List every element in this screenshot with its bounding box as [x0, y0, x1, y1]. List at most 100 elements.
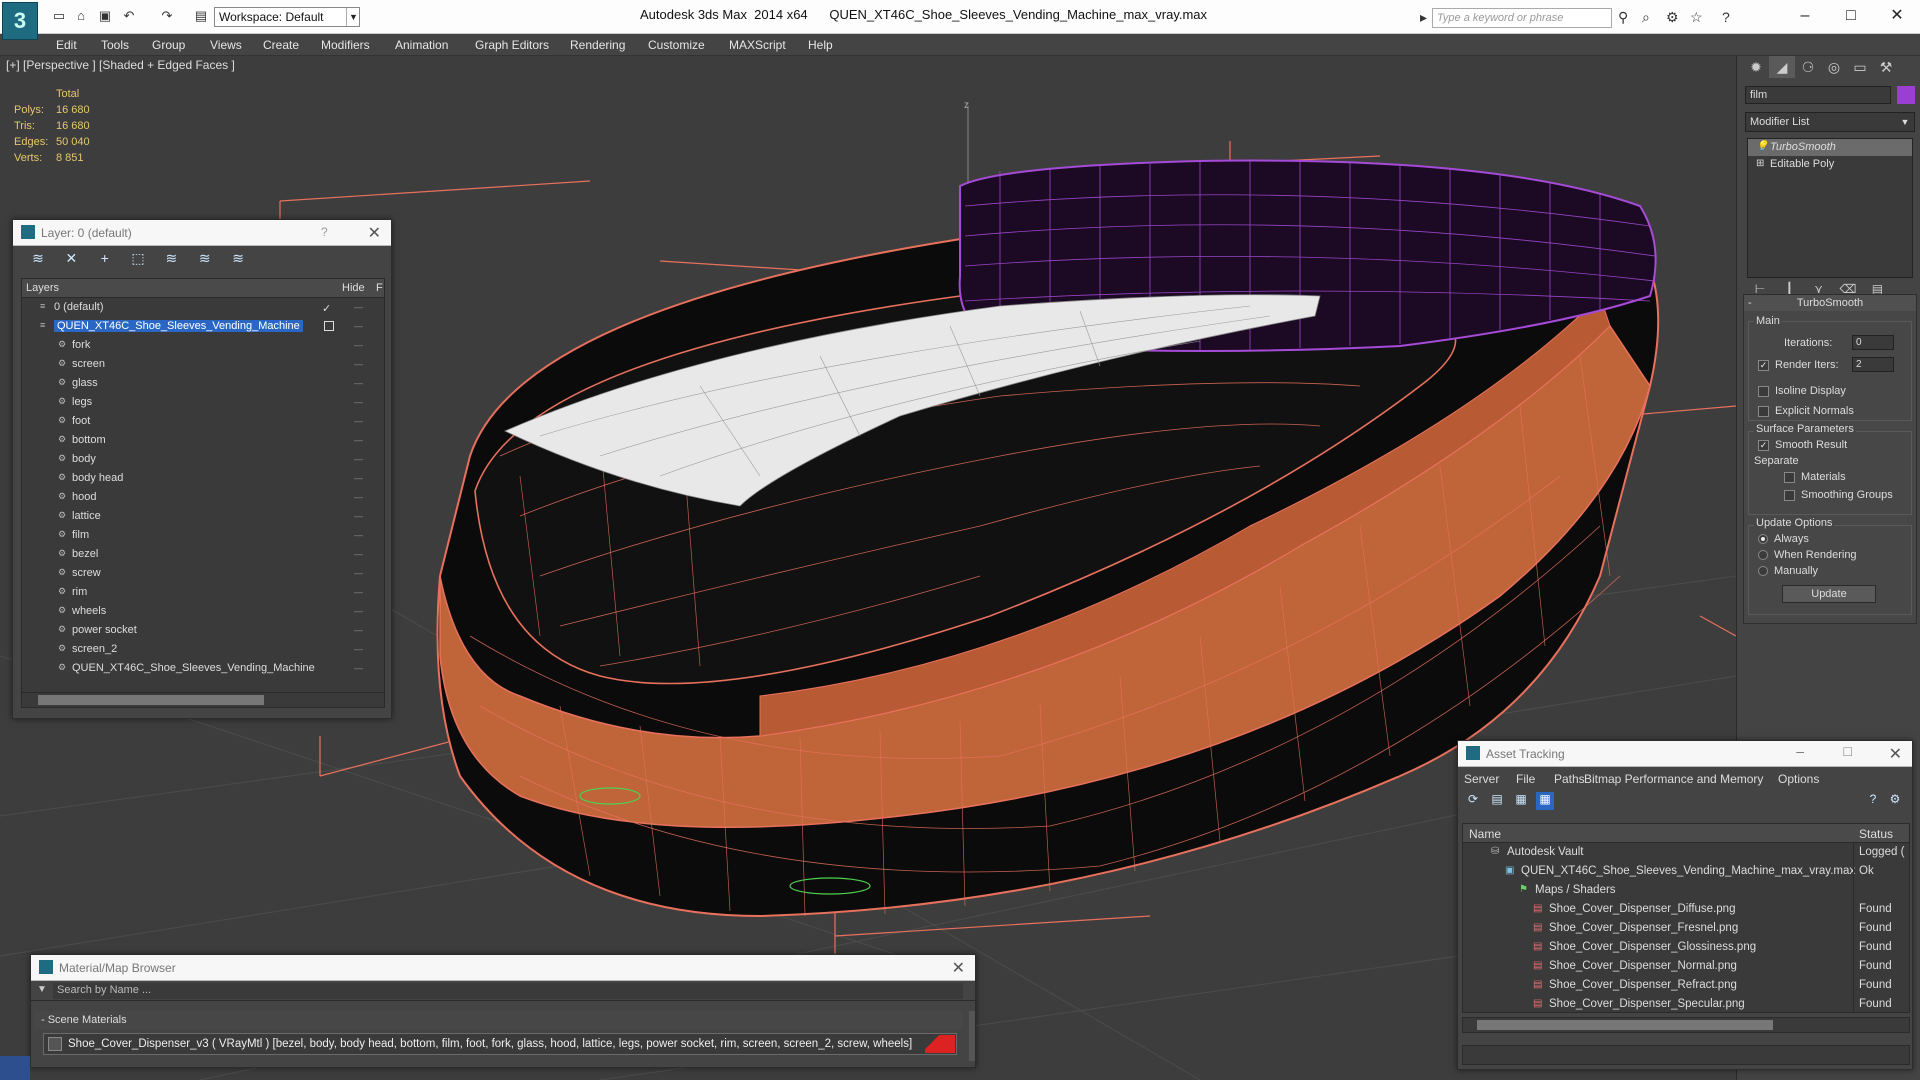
- menu-animation[interactable]: Animation: [395, 38, 448, 52]
- hide-toggle[interactable]: —: [354, 511, 363, 521]
- hide-toggle[interactable]: —: [354, 454, 363, 464]
- explicit-normals-row[interactable]: Explicit Normals: [1758, 405, 1854, 417]
- expand-plus-icon[interactable]: ⊞: [1756, 158, 1764, 169]
- settings-icon[interactable]: ⚙: [1886, 792, 1904, 810]
- modify-tab-icon[interactable]: ◢: [1769, 56, 1795, 78]
- material-browser-titlebar[interactable]: Material/Map Browser ✕: [31, 955, 975, 981]
- thumbnail-view-icon[interactable]: ▦: [1512, 792, 1530, 810]
- highlight-layer-icon[interactable]: ≋: [160, 250, 182, 267]
- layer-row[interactable]: ⚙ QUEN_XT46C_Shoe_Sleeves_Vending_Machine…: [22, 659, 370, 678]
- hide-toggle[interactable]: —: [354, 530, 363, 540]
- menu-edit[interactable]: Edit: [56, 38, 77, 52]
- menu-tools[interactable]: Tools: [101, 38, 129, 52]
- hide-toggle[interactable]: —: [354, 435, 363, 445]
- col-status[interactable]: Status: [1859, 827, 1893, 841]
- object-color-swatch[interactable]: [1897, 86, 1915, 104]
- hide-toggle[interactable]: —: [354, 416, 363, 426]
- materials-checkbox[interactable]: [1784, 471, 1795, 483]
- layer-row[interactable]: ⚙ foot —: [22, 412, 370, 431]
- iterations-spinner[interactable]: 0: [1852, 335, 1894, 350]
- display-tab-icon[interactable]: ▭: [1847, 56, 1873, 78]
- isoline-display-row[interactable]: Isoline Display: [1758, 385, 1846, 397]
- help-icon[interactable]: ?: [1864, 792, 1882, 810]
- vertical-scrollbar[interactable]: [969, 1011, 975, 1061]
- layer-row[interactable]: ⚙ screen_2 —: [22, 640, 370, 659]
- hierarchy-tab-icon[interactable]: ⚆: [1795, 56, 1821, 78]
- search-input[interactable]: Type a keyword or phrase: [1432, 8, 1612, 28]
- subscription-icon[interactable]: ⚙: [1666, 9, 1679, 26]
- layer-row[interactable]: ≡ 0 (default) ✓ —: [22, 298, 370, 317]
- hide-toggle[interactable]: —: [354, 568, 363, 578]
- always-radio[interactable]: [1758, 534, 1768, 545]
- lightbulb-icon[interactable]: 💡: [1756, 141, 1768, 152]
- menu-graph-editors[interactable]: Graph Editors: [475, 38, 549, 52]
- asset-row[interactable]: ⛁ Autodesk Vault Logged (: [1463, 843, 1909, 862]
- menu-help[interactable]: Help: [808, 38, 833, 52]
- hide-all-icon[interactable]: ≋: [194, 250, 216, 267]
- layer-row[interactable]: ⚙ bezel —: [22, 545, 370, 564]
- maximize-icon[interactable]: □: [1844, 743, 1852, 759]
- project-folder-icon[interactable]: ▤: [192, 8, 210, 24]
- menu-group[interactable]: Group: [152, 38, 185, 52]
- horizontal-scrollbar[interactable]: [1462, 1017, 1910, 1033]
- binoculars-icon[interactable]: ⚲: [1618, 9, 1628, 26]
- object-name-field[interactable]: film: [1745, 86, 1891, 104]
- menu-paths[interactable]: Paths: [1554, 772, 1585, 786]
- render-iters-checkbox[interactable]: ✓: [1758, 359, 1769, 371]
- menu-options[interactable]: Options: [1778, 772, 1819, 786]
- refresh-icon[interactable]: ⟳: [1464, 792, 1482, 810]
- hide-toggle[interactable]: —: [354, 625, 363, 635]
- smooth-result-row[interactable]: ✓ Smooth Result: [1758, 439, 1847, 451]
- help-icon[interactable]: ?: [321, 225, 328, 239]
- hide-toggle[interactable]: —: [354, 492, 363, 502]
- layer-row[interactable]: ⚙ rim —: [22, 583, 370, 602]
- col-layers[interactable]: Layers: [26, 282, 59, 294]
- asset-row[interactable]: ▤ Shoe_Cover_Dispenser_Diffuse.png Found: [1463, 900, 1909, 919]
- materials-row[interactable]: Materials: [1784, 471, 1846, 483]
- create-layer-icon[interactable]: ≋: [27, 250, 49, 267]
- add-to-layer-icon[interactable]: +: [94, 250, 116, 266]
- menu-modifiers[interactable]: Modifiers: [321, 38, 370, 52]
- layer-row[interactable]: ⚙ bottom —: [22, 431, 370, 450]
- set-current-layer-icon[interactable]: [324, 321, 334, 331]
- stack-item-turbosmooth[interactable]: 💡 TurboSmooth: [1748, 139, 1912, 156]
- active-layer-check-icon[interactable]: ✓: [322, 302, 331, 315]
- close-icon[interactable]: ✕: [368, 223, 381, 243]
- select-objects-icon[interactable]: ⬚: [127, 250, 149, 267]
- isoline-checkbox[interactable]: [1758, 385, 1769, 397]
- hide-toggle[interactable]: —: [354, 378, 363, 388]
- hide-toggle[interactable]: —: [354, 359, 363, 369]
- horizontal-scrollbar[interactable]: [21, 692, 385, 708]
- layer-row[interactable]: ⚙ body head —: [22, 469, 370, 488]
- asset-path-field[interactable]: [1462, 1045, 1910, 1065]
- material-item[interactable]: Shoe_Cover_Dispenser_v3 ( VRayMtl ) [bez…: [43, 1033, 957, 1055]
- filter-dropdown-icon[interactable]: ▼: [37, 984, 47, 995]
- layer-row[interactable]: ⚙ lattice —: [22, 507, 370, 526]
- when-rendering-radio-row[interactable]: When Rendering: [1758, 549, 1857, 561]
- close-icon[interactable]: ✕: [1889, 744, 1902, 764]
- layer-row[interactable]: ≡ QUEN_XT46C_Shoe_Sleeves_Vending_Machine…: [22, 317, 370, 336]
- menu-create[interactable]: Create: [263, 38, 299, 52]
- modifier-list-dropdown[interactable]: Modifier List: [1745, 112, 1915, 132]
- col-freeze[interactable]: F: [376, 282, 383, 294]
- minimize-icon[interactable]: –: [1782, 4, 1828, 28]
- open-file-icon[interactable]: ⌂: [72, 8, 90, 24]
- scene-materials-group[interactable]: - Scene Materials: [35, 1011, 963, 1029]
- hide-toggle[interactable]: —: [354, 549, 363, 559]
- redo-icon[interactable]: ↷: [158, 8, 176, 24]
- menu-file[interactable]: File: [1516, 772, 1535, 786]
- stack-item-editable-poly[interactable]: ⊞ Editable Poly: [1748, 156, 1912, 173]
- asset-row[interactable]: ▤ Shoe_Cover_Dispenser_Specular.png Found: [1463, 995, 1909, 1012]
- rollout-header[interactable]: - TurboSmooth: [1744, 295, 1916, 311]
- asset-row[interactable]: ▣ QUEN_XT46C_Shoe_Sleeves_Vending_Machine…: [1463, 862, 1909, 881]
- save-icon[interactable]: ▣: [96, 8, 114, 24]
- render-iters-row[interactable]: ✓ Render Iters:: [1758, 359, 1839, 371]
- layer-row[interactable]: ⚙ glass —: [22, 374, 370, 393]
- smoothing-groups-checkbox[interactable]: [1784, 489, 1795, 501]
- asset-row[interactable]: ⚑ Maps / Shaders: [1463, 881, 1909, 900]
- delete-layer-icon[interactable]: ✕: [60, 250, 82, 267]
- layer-row[interactable]: ⚙ screen —: [22, 355, 370, 374]
- maximize-icon[interactable]: □: [1828, 4, 1874, 28]
- hide-toggle[interactable]: —: [354, 397, 363, 407]
- hide-toggle[interactable]: —: [354, 302, 363, 312]
